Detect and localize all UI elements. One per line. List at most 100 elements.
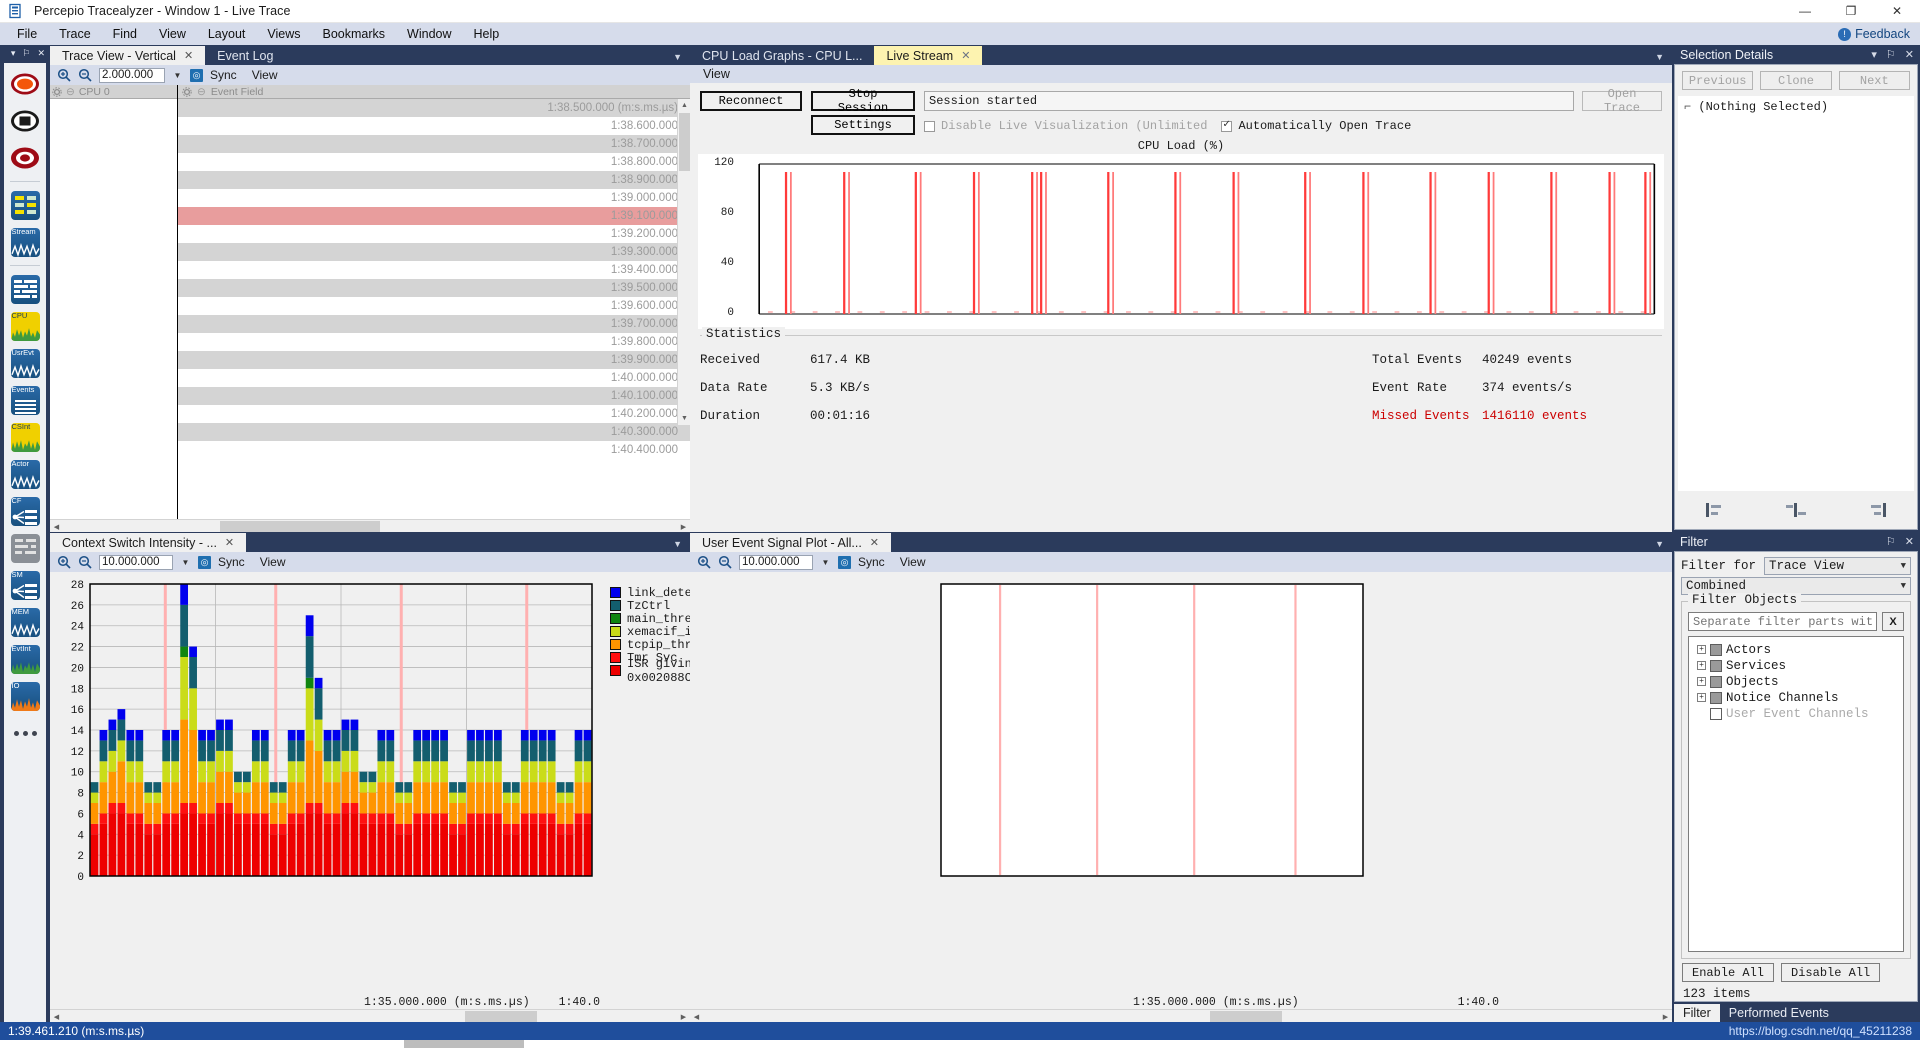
chevron-down-icon[interactable]: ▾ [11, 48, 16, 59]
state-machine-icon[interactable]: SM [9, 569, 41, 601]
sync-icon[interactable]: ◎ [190, 69, 203, 82]
event-log-rows[interactable]: 1:38.500.000 (m:s.ms.µs)1:38.600.0001:38… [178, 99, 690, 425]
filter-tree-item-user-event-channels[interactable]: User Event Channels [1693, 706, 1899, 721]
scroll-left-arrow[interactable]: ◀ [690, 1010, 703, 1023]
chevron-down-icon[interactable]: ▼ [820, 555, 831, 570]
trace-track-area[interactable]: ⊖ CPU 0 [50, 85, 178, 519]
align-left-icon[interactable] [1704, 501, 1726, 519]
trace-table-icon[interactable] [9, 189, 41, 221]
menu-item-find[interactable]: Find [102, 25, 148, 43]
events-icon[interactable]: Events [9, 384, 41, 416]
filter-search-input[interactable] [1688, 612, 1877, 631]
zoom-out-icon[interactable] [718, 555, 732, 569]
record-start-icon[interactable] [9, 68, 41, 100]
close-icon[interactable]: ✕ [961, 49, 970, 62]
more-icon[interactable] [9, 717, 41, 749]
menu-item-file[interactable]: File [6, 25, 48, 43]
view-menu[interactable]: View [703, 67, 730, 81]
previous-button[interactable]: Previous [1682, 71, 1753, 90]
expand-icon[interactable]: + [1697, 677, 1706, 686]
tab-live-stream[interactable]: Live Stream ✕ [874, 46, 982, 65]
chevron-down-icon[interactable]: ▼ [1655, 52, 1672, 65]
menu-item-window[interactable]: Window [396, 25, 462, 43]
scroll-right-arrow[interactable]: ▶ [677, 1010, 690, 1023]
pin-icon[interactable]: ⚐ [1886, 48, 1896, 61]
menu-item-layout[interactable]: Layout [197, 25, 257, 43]
filter-tree-item-objects[interactable]: + Objects [1693, 674, 1899, 689]
event-log-vscrollbar[interactable]: ▲ ▼ [677, 99, 690, 425]
scroll-down-arrow[interactable]: ▼ [678, 412, 690, 425]
menu-item-help[interactable]: Help [463, 25, 511, 43]
tab-filter[interactable]: Filter [1674, 1004, 1720, 1022]
filter-tree-item-services[interactable]: + Services [1693, 658, 1899, 673]
close-icon[interactable]: ✕ [184, 49, 193, 62]
close-button[interactable]: ✕ [1874, 0, 1920, 23]
next-button[interactable]: Next [1839, 71, 1910, 90]
actor-icon[interactable]: Actor [9, 458, 41, 490]
close-icon[interactable]: ✕ [225, 536, 234, 549]
minimize-button[interactable]: — [1782, 0, 1828, 23]
maximize-button[interactable]: ❐ [1828, 0, 1874, 23]
io-icon[interactable]: IO [9, 680, 41, 712]
trace-view-icon[interactable] [9, 273, 41, 305]
chevron-down-icon[interactable]: ▼ [673, 52, 690, 65]
checkbox-box[interactable] [1710, 676, 1722, 688]
sync-label[interactable]: Sync [218, 555, 245, 569]
stream-icon[interactable]: Stream [9, 226, 41, 258]
close-icon[interactable]: ✕ [37, 48, 45, 59]
disable-all-button[interactable]: Disable All [1781, 963, 1880, 982]
close-icon[interactable]: ✕ [1905, 535, 1914, 548]
tab-performed-events[interactable]: Performed Events [1720, 1004, 1838, 1022]
event-intensity-icon[interactable]: EvtInt [9, 643, 41, 675]
chevron-down-icon[interactable]: ▼ [1655, 539, 1672, 552]
tab-context-switch-intensity[interactable]: Context Switch Intensity - ... ✕ [50, 533, 246, 552]
user-event-icon[interactable]: UsrEvt [9, 347, 41, 379]
view-menu[interactable]: View [900, 555, 926, 569]
legend-item[interactable]: tcpip_thr [610, 638, 699, 651]
close-icon[interactable]: ✕ [1905, 48, 1914, 61]
reconnect-button[interactable]: Reconnect [700, 91, 802, 111]
legend-item[interactable]: TzCtrl [610, 599, 699, 612]
sync-label[interactable]: Sync [858, 555, 885, 569]
user-event-chart[interactable]: 1:35.000.000 (m:s.ms.µs) 1:40.0 [690, 572, 1672, 1009]
filter-tree[interactable]: + Actors + Services + [1688, 636, 1904, 952]
expand-icon[interactable]: + [1697, 693, 1706, 702]
auto-open-trace-checkbox[interactable]: Automatically Open Trace [1221, 119, 1411, 133]
zoom-out-icon[interactable] [78, 68, 92, 82]
event-log-area[interactable]: ⊖ Event Field 1:38.500.000 (m:s.ms.µs)1:… [178, 85, 690, 519]
tab-user-event-signal-plot[interactable]: User Event Signal Plot - All... ✕ [690, 533, 891, 552]
legend-item[interactable]: link_dete [610, 586, 699, 599]
checkbox-box[interactable] [1710, 692, 1722, 704]
settings-button[interactable]: Settings [811, 115, 915, 135]
user-event-hscrollbar[interactable]: ◀ ▶ [690, 1009, 1672, 1022]
zoom-in-icon[interactable] [57, 68, 71, 82]
cpu-load-icon[interactable]: CPU [9, 310, 41, 342]
context-switch-chart[interactable]: 0246810121416182022242628 1:35.000.000 (… [50, 572, 690, 1009]
expand-icon[interactable]: + [1697, 645, 1706, 654]
pin-icon[interactable]: ⚐ [1886, 535, 1896, 548]
hscroll-thumb[interactable] [465, 1011, 537, 1022]
align-center-icon[interactable] [1785, 501, 1807, 519]
chevron-down-icon[interactable]: ▼ [172, 68, 183, 83]
stop-session-button[interactable]: Stop Session [811, 91, 915, 111]
checkbox-box[interactable] [924, 121, 935, 132]
selection-content[interactable]: ⌐ (Nothing Selected) [1678, 96, 1914, 491]
open-trace-button[interactable]: Open Trace [1582, 91, 1662, 111]
feedback-link[interactable]: ! Feedback [1838, 27, 1910, 41]
chevron-down-icon[interactable]: ▼ [180, 555, 191, 570]
close-icon[interactable]: ✕ [870, 536, 879, 549]
zoom-out-icon[interactable] [78, 555, 92, 569]
object-history-icon[interactable] [9, 532, 41, 564]
filter-tree-item-actors[interactable]: + Actors [1693, 642, 1899, 657]
menu-item-trace[interactable]: Trace [48, 25, 102, 43]
cpu-load-plot[interactable]: 12080400 [698, 154, 1664, 329]
vscroll-thumb[interactable] [679, 113, 690, 171]
zoom-in-icon[interactable] [57, 555, 71, 569]
zoom-value-input[interactable]: 10.000.000 [99, 555, 173, 570]
menu-item-bookmarks[interactable]: Bookmarks [312, 25, 397, 43]
checkbox-box[interactable] [1710, 660, 1722, 672]
legend-item[interactable]: xemacif_i [610, 625, 699, 638]
clear-filter-button[interactable]: X [1882, 612, 1904, 631]
clone-button[interactable]: Clone [1760, 71, 1831, 90]
record-snapshot-icon[interactable] [9, 142, 41, 174]
